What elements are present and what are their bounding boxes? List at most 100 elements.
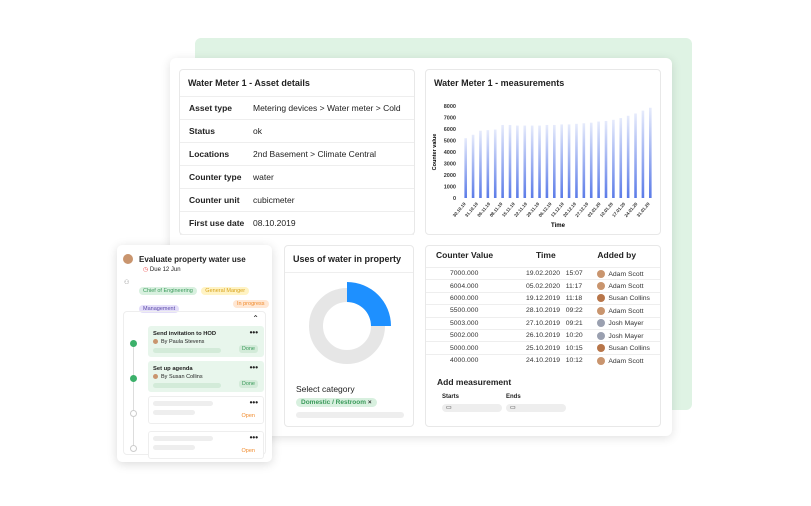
more-options-icon[interactable]: ••• bbox=[250, 328, 258, 337]
y-axis-label: Counter value bbox=[432, 134, 438, 171]
asset-row: Asset type Metering devices > Water meter… bbox=[180, 97, 414, 120]
table-row[interactable]: 4000.000 24.10.2019 10:12 Adam Scott bbox=[426, 353, 660, 367]
bar bbox=[530, 125, 534, 198]
user-avatar bbox=[597, 294, 606, 303]
subtask-status: Open bbox=[241, 413, 255, 419]
x-axis-label: Time bbox=[551, 223, 566, 229]
date: 05.02.2020 bbox=[525, 282, 561, 290]
collapse-chevron-icon[interactable]: ⌃ bbox=[252, 314, 259, 323]
counter-value: 7000.000 bbox=[426, 266, 506, 280]
y-tick-label: 6000 bbox=[444, 127, 456, 133]
subtask-item[interactable]: Set up agenda By Susan Collins ••• Done bbox=[148, 361, 264, 392]
bar bbox=[626, 115, 630, 198]
date: 26.10.2019 bbox=[525, 332, 561, 340]
bar bbox=[641, 110, 645, 198]
chart-title: Water Meter 1 - measurements bbox=[434, 78, 565, 88]
added-by: Josh Mayer bbox=[608, 320, 644, 328]
select-category-label: Select category bbox=[296, 384, 355, 394]
table-row[interactable]: 5002.000 26.10.2019 10:20 Josh Mayer bbox=[426, 328, 660, 342]
user-avatar bbox=[597, 319, 606, 328]
subtask-item[interactable]: Send invitation to HOD By Paula Stevens ••… bbox=[148, 326, 264, 357]
added-by: Adam Scott bbox=[608, 282, 644, 290]
asset-row-value: cubicmeter bbox=[253, 195, 295, 205]
bar bbox=[471, 134, 475, 198]
time: 11:17 bbox=[565, 282, 583, 290]
asset-row-key: Counter unit bbox=[189, 195, 240, 205]
user-avatar bbox=[597, 306, 606, 315]
task-title: Evaluate property water use bbox=[139, 255, 246, 264]
col-added-by: Added by bbox=[597, 250, 637, 260]
date: 28.10.2019 bbox=[525, 307, 561, 315]
table-row[interactable]: 7000.000 19.02.2020 15:07 Adam Scott bbox=[426, 266, 660, 280]
bar bbox=[589, 122, 593, 198]
bar bbox=[604, 120, 608, 198]
ends-date-input[interactable]: ▭ bbox=[506, 404, 566, 412]
bar bbox=[545, 124, 549, 198]
bar bbox=[649, 107, 652, 198]
bar bbox=[464, 138, 467, 198]
measurements-table: Counter Value Time Added by 7000.000 19.02.… bbox=[426, 246, 660, 367]
assignee-avatar bbox=[153, 339, 158, 345]
water-uses-card: Uses of water in property Select categor… bbox=[284, 245, 414, 427]
clock-icon: ◷ bbox=[143, 267, 149, 273]
asset-row-key: Counter type bbox=[189, 172, 242, 182]
assignee-avatar bbox=[153, 374, 158, 380]
counter-value: 5000.000 bbox=[426, 341, 506, 355]
time: 15:07 bbox=[565, 270, 583, 278]
chip-close-icon[interactable]: × bbox=[368, 399, 372, 406]
user-avatar bbox=[597, 282, 606, 291]
empty-circle-icon bbox=[130, 410, 137, 417]
table-row[interactable]: 6000.000 19.12.2019 11:18 Susan Collins bbox=[426, 291, 660, 305]
add-measurement-title: Add measurement bbox=[437, 377, 512, 387]
water-uses-title: Uses of water in property bbox=[285, 246, 413, 273]
task-card: Evaluate property water use ◷ Due 12 Jun… bbox=[117, 245, 272, 462]
counter-value: 5002.000 bbox=[426, 328, 506, 342]
bar bbox=[538, 125, 541, 198]
asset-row: First use date 08.10.2019 bbox=[180, 212, 414, 235]
asset-row-value: Metering devices > Water meter > Cold bbox=[253, 103, 401, 113]
category-select[interactable] bbox=[296, 412, 404, 418]
date: 19.12.2019 bbox=[525, 294, 561, 302]
more-options-icon[interactable]: ••• bbox=[250, 433, 258, 442]
y-tick-label: 7000 bbox=[444, 116, 456, 122]
measurements-table-card: Counter Value Time Added by 7000.000 19.02.… bbox=[425, 245, 661, 427]
asset-row-key: Locations bbox=[189, 149, 230, 159]
bar bbox=[508, 124, 512, 198]
donut-slice-domestic[interactable] bbox=[347, 282, 391, 326]
y-tick-label: 1000 bbox=[444, 185, 456, 191]
measurements-chart: 01000200030004000500060007000800030.10.1… bbox=[432, 104, 652, 229]
empty-circle-icon bbox=[130, 445, 137, 452]
asset-row-key: First use date bbox=[189, 218, 245, 228]
y-tick-label: 0 bbox=[453, 196, 456, 202]
date: 24.10.2019 bbox=[525, 357, 561, 365]
due-date: Due 12 Jun bbox=[149, 267, 181, 273]
time: 10:20 bbox=[565, 332, 583, 340]
subtask-item[interactable]: ••• Open bbox=[148, 396, 264, 424]
subtask-status: Done bbox=[238, 345, 258, 353]
bar bbox=[619, 118, 623, 198]
task-tags: Chief of Engineering General Manger Mana… bbox=[139, 279, 264, 315]
date: 25.10.2019 bbox=[525, 344, 561, 352]
time: 10:12 bbox=[565, 357, 583, 365]
table-row[interactable]: 5003.000 27.10.2019 09:21 Josh Mayer bbox=[426, 316, 660, 330]
starts-date-input[interactable]: ▭ bbox=[442, 404, 502, 412]
category-chip[interactable]: Domestic / Restroom × bbox=[296, 398, 377, 407]
table-row[interactable]: 6004.000 05.02.2020 11:17 Adam Scott bbox=[426, 279, 660, 293]
asset-row: Status ok bbox=[180, 120, 414, 143]
task-due: ◷ Due 12 Jun bbox=[143, 266, 181, 273]
ends-label: Ends bbox=[506, 394, 521, 400]
bar bbox=[493, 129, 497, 198]
more-options-icon[interactable]: ••• bbox=[250, 363, 258, 372]
asset-row: Locations 2nd Basement > Climate Central bbox=[180, 143, 414, 166]
asset-row-key: Asset type bbox=[189, 103, 232, 113]
subtask-item[interactable]: ••• Open bbox=[148, 431, 264, 459]
bar bbox=[612, 119, 615, 198]
table-row[interactable]: 5000.000 25.10.2019 10:15 Susan Collins bbox=[426, 341, 660, 355]
step-title: Send invitation to HOD bbox=[153, 331, 217, 337]
more-options-icon[interactable]: ••• bbox=[250, 398, 258, 407]
y-tick-label: 2000 bbox=[444, 173, 456, 179]
table-row[interactable]: 5500.000 28.10.2019 09:22 Adam Scott bbox=[426, 304, 660, 318]
category-chip-label: Domestic / Restroom bbox=[301, 399, 367, 406]
date: 19.02.2020 bbox=[525, 270, 561, 278]
asset-row-value: 08.10.2019 bbox=[253, 218, 296, 228]
